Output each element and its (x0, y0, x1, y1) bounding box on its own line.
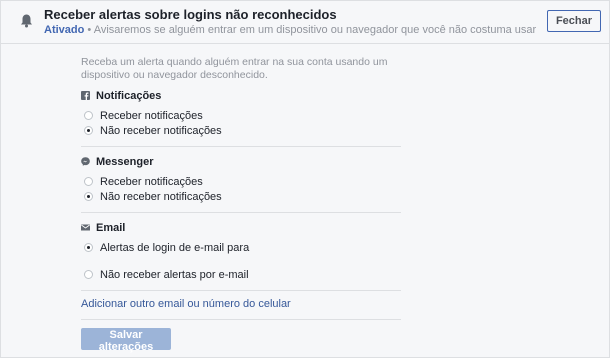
section-title-label: Email (96, 222, 126, 234)
panel-title: Receber alertas sobre logins não reconhe… (44, 7, 337, 22)
radio-button[interactable] (84, 243, 93, 252)
panel-subtitle: Ativado • Avisaremos se alguém entrar em… (44, 24, 536, 36)
add-email-or-phone-link[interactable]: Adicionar outro email ou número do celul… (81, 298, 291, 310)
save-changes-button[interactable]: Salvar alterações (81, 328, 171, 353)
divider (81, 212, 401, 213)
facebook-icon (81, 91, 90, 100)
description-text: Receba um alerta quando alguém entrar na… (81, 56, 388, 81)
divider (81, 319, 401, 320)
login-alerts-panel: Receber alertas sobre logins não reconhe… (0, 0, 610, 358)
section-title-label: Notificações (96, 90, 162, 102)
status-badge: Ativado (44, 24, 85, 36)
section-title-label: Messenger (96, 156, 154, 168)
radio-label: Não receber notificações (100, 191, 222, 203)
divider (81, 290, 401, 291)
panel-header: Receber alertas sobre logins não reconhe… (1, 1, 609, 44)
radio-label: Alertas de login de e-mail para (100, 242, 250, 254)
radio-button[interactable] (84, 126, 93, 135)
section-title-email: Email (81, 222, 125, 234)
divider (81, 146, 401, 147)
radio-label: Receber notificações (100, 110, 203, 122)
close-button[interactable]: Fechar (547, 10, 601, 32)
subtitle-text: Avisaremos se alguém entrar em um dispos… (93, 24, 537, 36)
envelope-icon (81, 224, 90, 231)
radio-button[interactable] (84, 270, 93, 279)
radio-button[interactable] (84, 111, 93, 120)
radio-button[interactable] (84, 177, 93, 186)
radio-label: Receber notificações (100, 176, 203, 188)
messenger-icon (81, 157, 90, 166)
section-title-notifications: Notificações (81, 90, 161, 102)
radio-label: Não receber alertas por e-mail (100, 269, 249, 281)
radio-button[interactable] (84, 192, 93, 201)
subtitle-separator: • (84, 24, 94, 36)
radio-label: Não receber notificações (100, 125, 222, 137)
section-title-messenger: Messenger (81, 156, 153, 168)
bell-icon (21, 14, 32, 28)
